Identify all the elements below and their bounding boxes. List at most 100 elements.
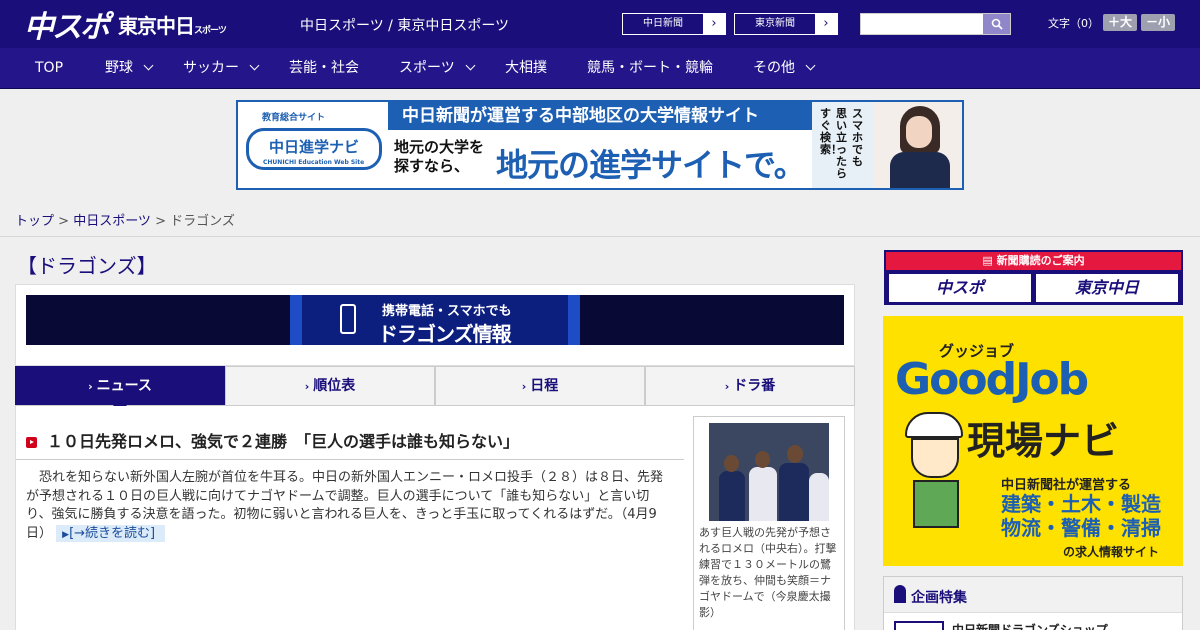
tokyo-shimbun-button[interactable]: 東京新聞 › — [734, 13, 838, 35]
goodjob-word: GoodJob — [895, 354, 1089, 405]
tokyo-shimbun-label: 東京新聞 — [755, 18, 795, 29]
mobile-phone-icon — [340, 304, 356, 334]
tab-label: 日程 — [530, 378, 559, 394]
ad-vertical-text: すぐ検索！ — [820, 107, 842, 156]
ad-headline: 中日新聞が運営する中部地区の大学情報サイト — [388, 102, 812, 130]
tab-news[interactable]: › ニュース — [15, 366, 225, 413]
goodjob-line2a: 建築・土木・製造 — [1001, 492, 1161, 516]
font-smaller-button[interactable]: －小 — [1141, 14, 1176, 31]
font-larger-button[interactable]: ＋大 — [1103, 14, 1138, 31]
dragons-mobile-banner[interactable]: 携帯電話・スマホでも ドラゴンズ情報 — [26, 295, 844, 346]
article-body-text: 恐れを知らない新外国人左腕が首位を牛耳る。中日の新外国人エンニー・ロメロ投手（２… — [26, 470, 664, 523]
article-body: 恐れを知らない新外国人左腕が首位を牛耳る。中日の新外国人エンニー・ロメロ投手（２… — [26, 469, 674, 544]
chevron-right-icon: › — [304, 380, 310, 393]
nav-item-baseball[interactable]: 野球 — [105, 48, 154, 89]
nav-item-label: 大相撲 — [505, 60, 547, 76]
ad-model-photo — [874, 102, 962, 188]
goodjob-line3: の求人情報サイト — [1063, 545, 1160, 559]
page-title: 【ドラゴンズ】 — [17, 254, 157, 278]
chevron-right-icon: › — [724, 380, 730, 393]
ad-logo-area: 教育総合サイト 中日進学ナビ CHUNICHI Education Web Si… — [238, 102, 388, 188]
chunichi-shimbun-button[interactable]: 中日新聞 › — [622, 13, 726, 35]
ribbon-icon — [894, 585, 906, 603]
newspaper-icon: ▤ — [982, 254, 997, 267]
chevron-down-icon — [805, 60, 816, 71]
feature-thumbnail[interactable] — [894, 621, 944, 630]
ad-big-copy: 地元の進学サイトで。 — [496, 146, 806, 184]
font-size-control: 文字（0） ＋大 －小 — [1048, 14, 1176, 31]
chuspo-logo[interactable]: 中スポ — [24, 2, 110, 46]
read-more-link[interactable]: ▶[→続きを読む] — [56, 524, 166, 542]
goodjob-line2: 建築・土木・製造 物流・警備・清掃 — [1001, 492, 1161, 540]
search-button[interactable] — [983, 14, 1010, 34]
goodjob-ad[interactable]: グッジョブ GoodJob 現場ナビ 中日新聞社が運営する 建築・土木・製造 物… — [883, 316, 1183, 566]
nav-item-top[interactable]: TOP — [35, 48, 63, 89]
site-names: 中日スポーツ / 東京中日スポーツ — [300, 18, 510, 34]
ad-vertical-copy: スマホでも 思い立ったら すぐ検索！ — [812, 102, 874, 188]
tab-label: ドラ番 — [733, 378, 776, 394]
site-logo[interactable]: 中スポ 東京中日スポーツ — [24, 7, 227, 45]
nav-item-other[interactable]: その他 — [753, 48, 816, 89]
article-title[interactable]: １０日先発ロメロ、強気で２連勝 「巨人の選手は誰も知らない」 — [26, 428, 519, 452]
ad-vertical-text: スマホでも — [852, 107, 863, 168]
special-feature-header: 企画特集 — [884, 577, 1182, 613]
tokyo-chunichi-logo[interactable]: 東京中日スポーツ — [118, 10, 227, 39]
play-bullet-icon — [26, 437, 37, 448]
article-title-text: １０日先発ロメロ、強気で２連勝 「巨人の選手は誰も知らない」 — [47, 432, 520, 451]
shingaku-navi-logo-text: 中日進学ナビ — [269, 138, 360, 156]
nav-item-sports[interactable]: スポーツ — [399, 48, 476, 89]
divider — [16, 459, 684, 460]
section-tabs: › ニュース › 順位表 › 日程 › ドラ番 — [15, 366, 855, 413]
tab-schedule[interactable]: › 日程 — [435, 366, 645, 405]
article-photo[interactable] — [709, 423, 829, 521]
search-box — [860, 13, 1011, 35]
nav-item-label: 芸能・社会 — [289, 60, 359, 76]
nav-item-sumo[interactable]: 大相撲 — [505, 48, 547, 89]
tab-label: 順位表 — [313, 378, 356, 394]
search-input[interactable] — [861, 14, 983, 34]
tokyo-chunichi-logo-small: スポーツ — [194, 25, 227, 36]
nav-item-label: TOP — [35, 60, 64, 76]
article-photo-box: あす巨人戦の先発が予想されるロメロ（中央右）。打撃練習で１３０メートルの鷺弾を放… — [693, 416, 845, 630]
ad-banner-shingaku-navi[interactable]: 教育総合サイト 中日進学ナビ CHUNICHI Education Web Si… — [236, 100, 964, 190]
subscribe-chuspo-button[interactable]: 中スポ — [889, 274, 1031, 302]
goodjob-line1: 中日新聞社が運営する — [1001, 478, 1132, 493]
dragons-banner-center: 携帯電話・スマホでも ドラゴンズ情報 — [290, 295, 580, 346]
nav-item-label: その他 — [753, 60, 795, 76]
goodjob-line2b: 物流・警備・清掃 — [1001, 516, 1161, 540]
tab-label: ニュース — [96, 378, 152, 394]
dragons-mobile-box: 携帯電話・スマホでも ドラゴンズ情報 — [15, 284, 855, 366]
special-feature-box: 企画特集 中日新聞ドラゴンズショップ — [883, 576, 1183, 630]
special-feature-title: 企画特集 — [911, 590, 967, 606]
breadcrumb-section-link[interactable]: 中日スポーツ — [73, 214, 151, 229]
feature-item-link[interactable]: 中日新聞ドラゴンズショップ — [952, 621, 1108, 630]
nav-item-label: スポーツ — [399, 60, 455, 76]
tab-dora-ban[interactable]: › ドラ番 — [645, 366, 855, 405]
nav-item-label: 競馬・ボート・競輪 — [587, 60, 713, 76]
chevron-right-icon: › — [703, 14, 725, 34]
shingaku-navi-logo-sub: CHUNICHI Education Web Site — [263, 159, 365, 166]
search-icon — [991, 18, 1003, 30]
breadcrumb-separator: > — [54, 214, 74, 229]
nav-item-racing[interactable]: 競馬・ボート・競輪 — [587, 48, 713, 89]
photo-caption: あす巨人戦の先発が予想されるロメロ（中央右）。打撃練習で１３０メートルの鷺弾を放… — [699, 526, 837, 619]
dragons-banner-line2: ドラゴンズ情報 — [378, 322, 512, 346]
dragons-banner-line1: 携帯電話・スマホでも — [382, 304, 512, 319]
ad-top-label: 教育総合サイト — [262, 113, 326, 123]
chevron-right-icon: › — [521, 380, 527, 393]
nav-item-soccer[interactable]: サッカー — [183, 48, 260, 89]
breadcrumb-current: ドラゴンズ — [170, 214, 235, 229]
subscription-box: ▤ 新聞購読のご案内 中スポ 東京中日 — [884, 250, 1183, 305]
ad-line2: 地元の大学を 探すなら、 — [394, 138, 485, 175]
nav-item-label: 野球 — [105, 60, 133, 76]
font-size-label: 文字（0） — [1048, 16, 1099, 30]
nav-item-entertainment[interactable]: 芸能・社会 — [289, 48, 359, 89]
goodjob-navi: 現場ナビ — [967, 419, 1120, 463]
site-header: 中スポ 東京中日スポーツ 中日スポーツ / 東京中日スポーツ 中日新聞 › 東京… — [0, 0, 1200, 48]
subscribe-tokyo-chunichi-button[interactable]: 東京中日 — [1036, 274, 1178, 302]
subscription-header-text: 新聞購読のご案内 — [996, 254, 1085, 267]
chevron-down-icon — [249, 60, 260, 71]
breadcrumb-home-link[interactable]: トップ — [15, 214, 54, 229]
chevron-down-icon — [143, 60, 154, 71]
tab-standings[interactable]: › 順位表 — [225, 366, 435, 405]
